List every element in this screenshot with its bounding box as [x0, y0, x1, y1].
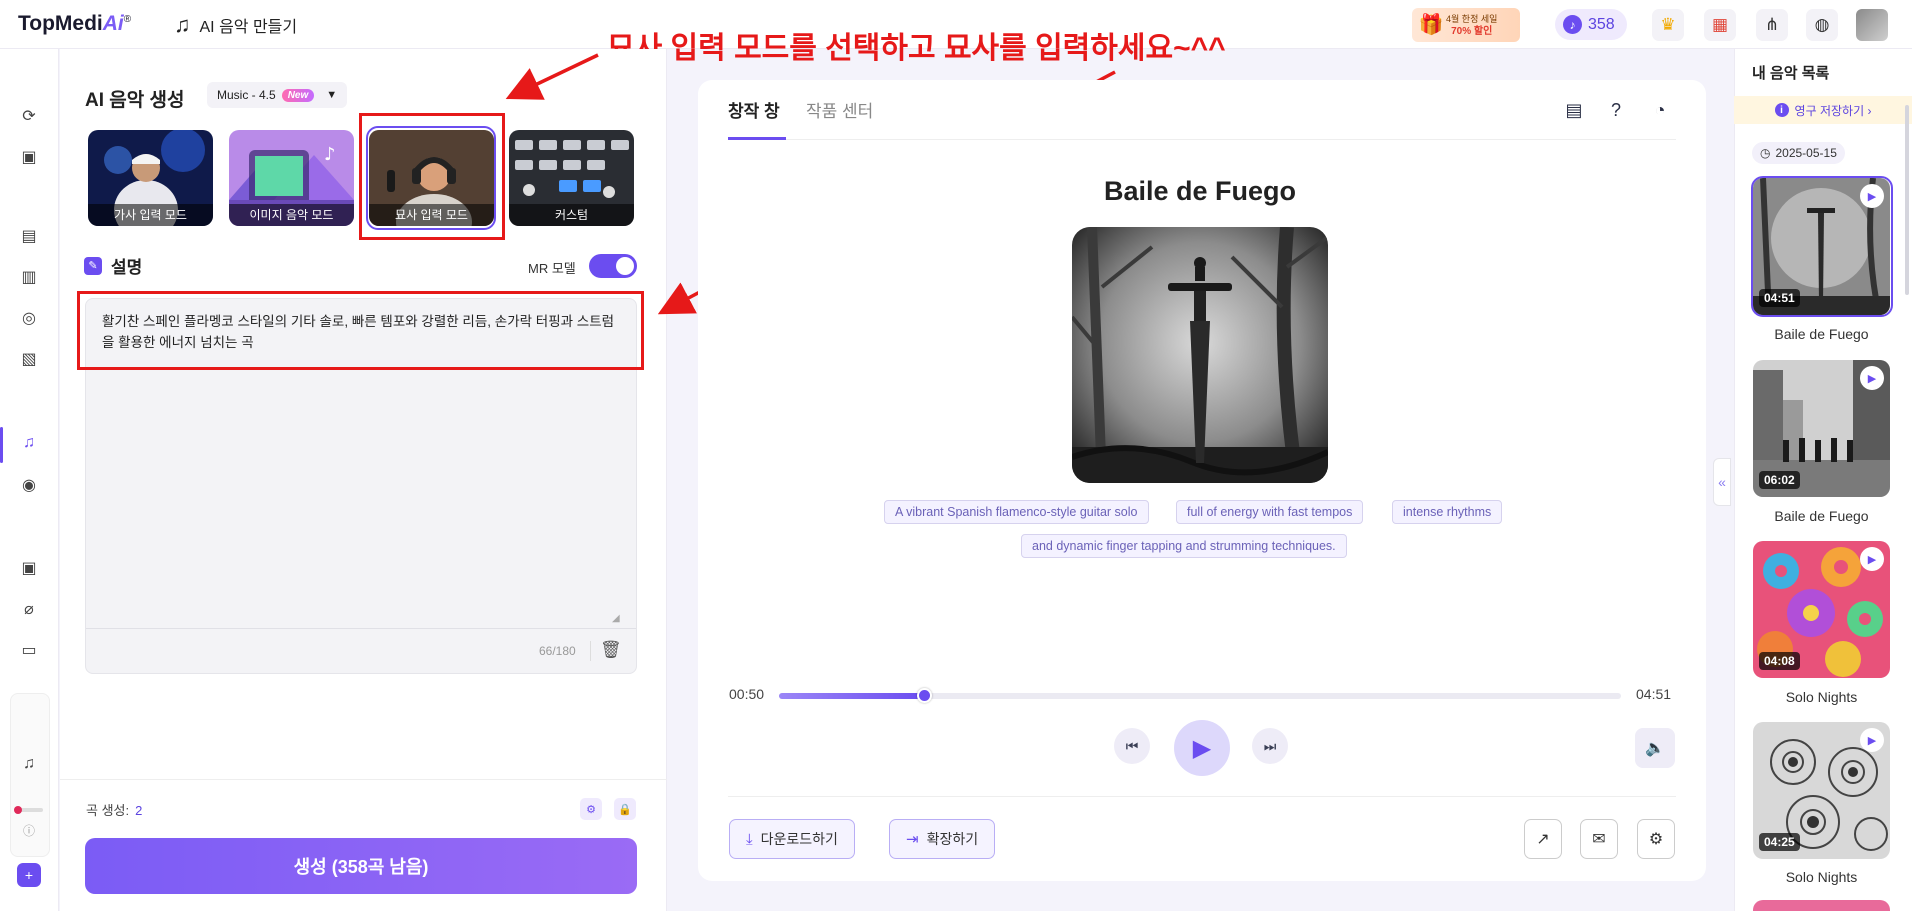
volume-icon[interactable]: 🔈 [1635, 728, 1675, 768]
style-tag: intense rhythms [1392, 500, 1503, 524]
item-duration: 06:02 [1759, 471, 1800, 489]
next-track-icon[interactable]: ⏭ [1252, 728, 1288, 764]
song-cover-art [1072, 227, 1328, 483]
item-duration: 04:08 [1759, 652, 1800, 670]
play-icon[interactable]: ▶ [1174, 720, 1230, 776]
mr-model-label: MR 모델 [528, 261, 576, 276]
playlist-check-icon[interactable]: ▤ [1562, 98, 1586, 122]
character-counter: 66/180 [539, 644, 576, 658]
tab-work-center[interactable]: 작품 센터 [806, 97, 873, 122]
item-name[interactable]: Solo Nights [1753, 689, 1890, 705]
share-icon[interactable]: ↗ [1524, 819, 1562, 859]
song-count-label: 곡 생성: [86, 803, 130, 818]
date-chip: ◷ 2025-05-15 [1752, 142, 1845, 164]
arrow-to-mode [505, 53, 599, 100]
style-tag: A vibrant Spanish flamenco-style guitar … [884, 500, 1149, 524]
music-item-card[interactable]: ▶ 04:08 [1753, 541, 1890, 678]
extend-button[interactable]: ⇥ 확장하기 [889, 819, 996, 859]
song-count-value: 2 [135, 803, 143, 818]
music-item-card-partial[interactable] [1753, 900, 1890, 911]
discord-icon[interactable]: ◔ [1648, 98, 1672, 122]
textarea-divider [86, 628, 636, 629]
info-icon: i [1774, 103, 1789, 117]
download-button[interactable]: ⤓ 다운로드하기 [729, 819, 855, 859]
description-title: 설명 [111, 258, 143, 277]
extend-icon: ⇥ [906, 831, 919, 848]
song-count: 곡 생성: 2 [86, 800, 142, 819]
description-text[interactable]: 활기찬 스페인 플라멩코 스타일의 기타 솔로, 빠른 템포와 강렬한 리듬, … [102, 311, 622, 353]
my-music-title: 내 음악 목록 [1752, 65, 1830, 82]
active-tab-underline [728, 137, 786, 140]
toggle-knob [616, 257, 634, 275]
settings-gear-icon[interactable]: ⚙ [580, 798, 602, 820]
download-icon: ⤓ [746, 830, 753, 848]
collapse-panel-icon[interactable]: « [1713, 458, 1731, 506]
comment-icon[interactable]: ✉ [1580, 819, 1618, 859]
clock-icon: ◷ [1760, 146, 1771, 160]
style-tag: full of energy with fast tempos [1176, 500, 1364, 524]
date-label: 2025-05-15 [1775, 146, 1837, 160]
lock-icon[interactable]: 🔒 [614, 798, 636, 820]
song-title: Baile de Fuego [1103, 176, 1297, 206]
mr-model-toggle[interactable] [589, 254, 637, 278]
progress-handle[interactable] [916, 688, 932, 703]
music-item-card[interactable]: ▶ 06:02 [1753, 360, 1890, 497]
sword-forest-art [1072, 227, 1328, 483]
generate-button[interactable]: 생성 (358곡 남음) [85, 838, 637, 894]
previous-track-icon[interactable]: ⏮ [1114, 728, 1150, 764]
play-icon[interactable]: ▶ [1860, 366, 1884, 390]
item-duration: 04:25 [1759, 833, 1800, 851]
save-permanently-link[interactable]: 영구 저장하기 › [1795, 102, 1872, 119]
tab-creation[interactable]: 창작 창 [728, 97, 780, 122]
tab-baseline [728, 139, 1676, 140]
style-tag: and dynamic finger tapping and strumming… [1021, 534, 1347, 558]
pencil-icon: ✎ [84, 256, 102, 275]
item-name[interactable]: Baile de Fuego [1753, 326, 1890, 342]
settings-icon[interactable]: ⚙ [1637, 819, 1675, 859]
extend-label: 확장하기 [926, 831, 979, 847]
save-permanently-banner[interactable]: i 영구 저장하기 › [1734, 96, 1912, 124]
scrollbar[interactable] [1905, 105, 1909, 295]
total-time: 04:51 [1636, 686, 1672, 702]
play-icon[interactable]: ▶ [1860, 728, 1884, 752]
controls-divider [728, 796, 1676, 797]
music-item-card[interactable]: ▶ 04:25 [1753, 722, 1890, 859]
item-name[interactable]: Baile de Fuego [1753, 508, 1890, 524]
trash-icon[interactable]: 🗑 [600, 640, 622, 660]
download-label: 다운로드하기 [760, 831, 838, 847]
item-name[interactable]: Solo Nights [1753, 869, 1890, 885]
progress-fill [779, 693, 924, 699]
footer-divider [60, 779, 667, 780]
selected-item-ring [1751, 176, 1893, 317]
counter-divider [590, 641, 591, 661]
description-header: ✎ 설명 [84, 253, 142, 278]
help-icon[interactable]: ? [1604, 98, 1628, 122]
current-time: 00:50 [729, 686, 765, 702]
resize-grip-icon[interactable]: ◢ [612, 613, 620, 624]
play-icon[interactable]: ▶ [1860, 547, 1884, 571]
